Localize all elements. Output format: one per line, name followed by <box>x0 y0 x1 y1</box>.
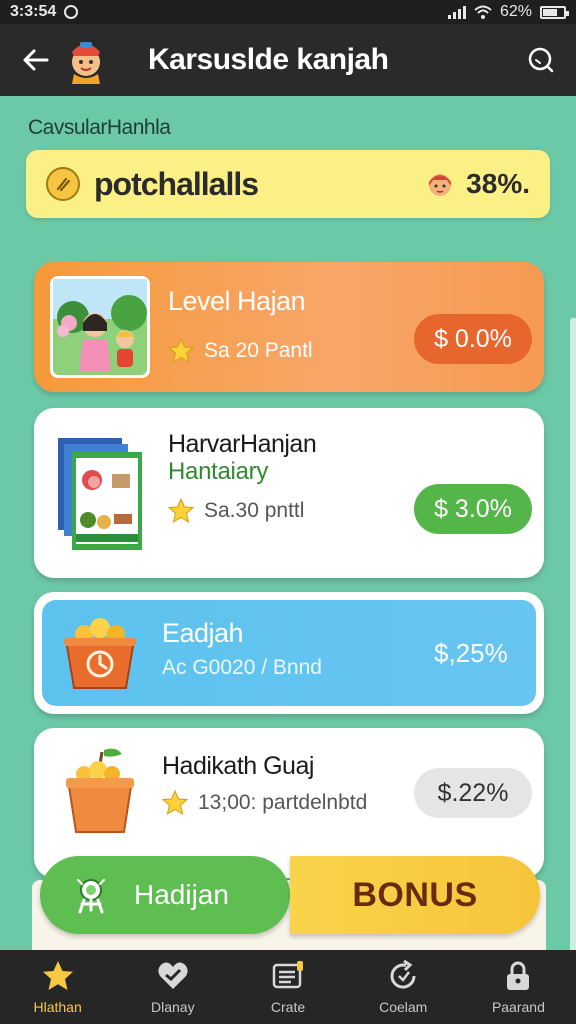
book-thumbnail <box>58 434 150 554</box>
avatar[interactable] <box>62 36 110 84</box>
signal-icon <box>447 5 466 19</box>
app-bar: Karsuslde kanjah <box>0 24 576 96</box>
tab-label: Dlanay <box>151 999 195 1015</box>
sync-icon <box>64 5 79 19</box>
section-heading: CavsularHanhla <box>28 116 171 139</box>
card-meta: Sa 20 Pantl <box>168 338 313 364</box>
back-button[interactable] <box>0 24 70 96</box>
pot-thumbnail <box>64 746 136 834</box>
heart-icon <box>158 962 188 989</box>
hadijan-label: Hadijan <box>134 879 229 910</box>
edge-panel <box>570 318 576 958</box>
card-meta-text: Ac G0020 / Bnnd <box>162 656 322 679</box>
character-icon <box>429 174 452 196</box>
arrow-left-icon <box>23 49 49 71</box>
lock-icon <box>507 961 530 990</box>
search-button[interactable] <box>504 24 576 96</box>
tab-paarand[interactable]: Paarand <box>461 950 576 1024</box>
promo-banner[interactable]: potchallalls 38%. <box>26 150 550 218</box>
price-button[interactable]: $.22% <box>414 768 532 818</box>
card-meta-text: 13;00: partdelnbtd <box>198 791 368 814</box>
list-icon <box>272 961 303 989</box>
refresh-icon <box>390 959 416 989</box>
star-icon <box>168 498 194 524</box>
card-meta: 13;00: partdelnbtd <box>162 790 367 816</box>
wifi-icon <box>474 5 492 19</box>
star-icon <box>162 790 188 816</box>
price-button[interactable]: $ 0.0% <box>414 314 532 364</box>
card-title: Hadikath Guaj <box>162 752 314 780</box>
status-bar: 3:3:54 62% <box>0 0 576 24</box>
tab-coelam[interactable]: Coelam <box>346 950 461 1024</box>
tab-label: Hlathan <box>33 999 82 1015</box>
bonus-label: BONUS <box>352 875 478 914</box>
card-meta-text: Sa.30 pnttl <box>204 499 305 522</box>
search-icon <box>528 47 554 73</box>
price-button[interactable]: $ 3.0% <box>414 484 532 534</box>
card-title: HarvarHanjan <box>168 430 317 458</box>
card-subtitle: Hantaiary <box>168 458 269 485</box>
tab-crate[interactable]: Crate <box>230 950 345 1024</box>
tab-label: Coelam <box>379 999 428 1015</box>
card-meta-text: Sa 20 Pantl <box>204 339 313 362</box>
star-icon <box>42 961 73 990</box>
card-title: Eadjah <box>162 618 244 648</box>
page-title: Karsuslde kanjah <box>148 43 389 76</box>
list-item-eadjah[interactable]: Eadjah Ac G0020 / Bnnd $,25% <box>34 592 544 714</box>
battery-percent: 62% <box>499 3 532 20</box>
battery-icon <box>540 5 569 19</box>
level-thumbnail <box>50 276 150 378</box>
status-time: 3:3:54 <box>10 3 57 20</box>
card-title: Level Hajan <box>168 286 306 316</box>
tab-label: Crate <box>270 999 306 1015</box>
promo-text: potchallalls <box>94 165 259 202</box>
card-meta: Ac G0020 / Bnnd <box>162 656 322 680</box>
coin-icon <box>46 167 80 201</box>
basket-thumbnail <box>62 616 138 690</box>
tab-dlanay[interactable]: Dlanay <box>115 950 230 1024</box>
tab-hlathan[interactable]: Hlathan <box>0 950 115 1024</box>
promo-value: 38%. <box>466 168 530 199</box>
mascot-icon <box>77 879 105 914</box>
price-value[interactable]: $,25% <box>434 638 508 669</box>
card-meta: Sa.30 pnttl <box>168 498 304 524</box>
star-icon <box>168 338 194 364</box>
tab-bar: Hlathan Dlanay Crate Coelam Paarand <box>0 950 576 1024</box>
list-item-harvarhanjan[interactable]: HarvarHanjan Hantaiary Sa.30 pnttl $ 3.0… <box>34 408 544 578</box>
list-item-level[interactable]: Level Hajan Sa 20 Pantl $ 0.0% <box>34 262 544 392</box>
tab-label: Paarand <box>491 999 545 1015</box>
hadijan-button[interactable]: Hadijan <box>40 856 290 934</box>
bonus-button[interactable]: BONUS <box>290 856 540 934</box>
